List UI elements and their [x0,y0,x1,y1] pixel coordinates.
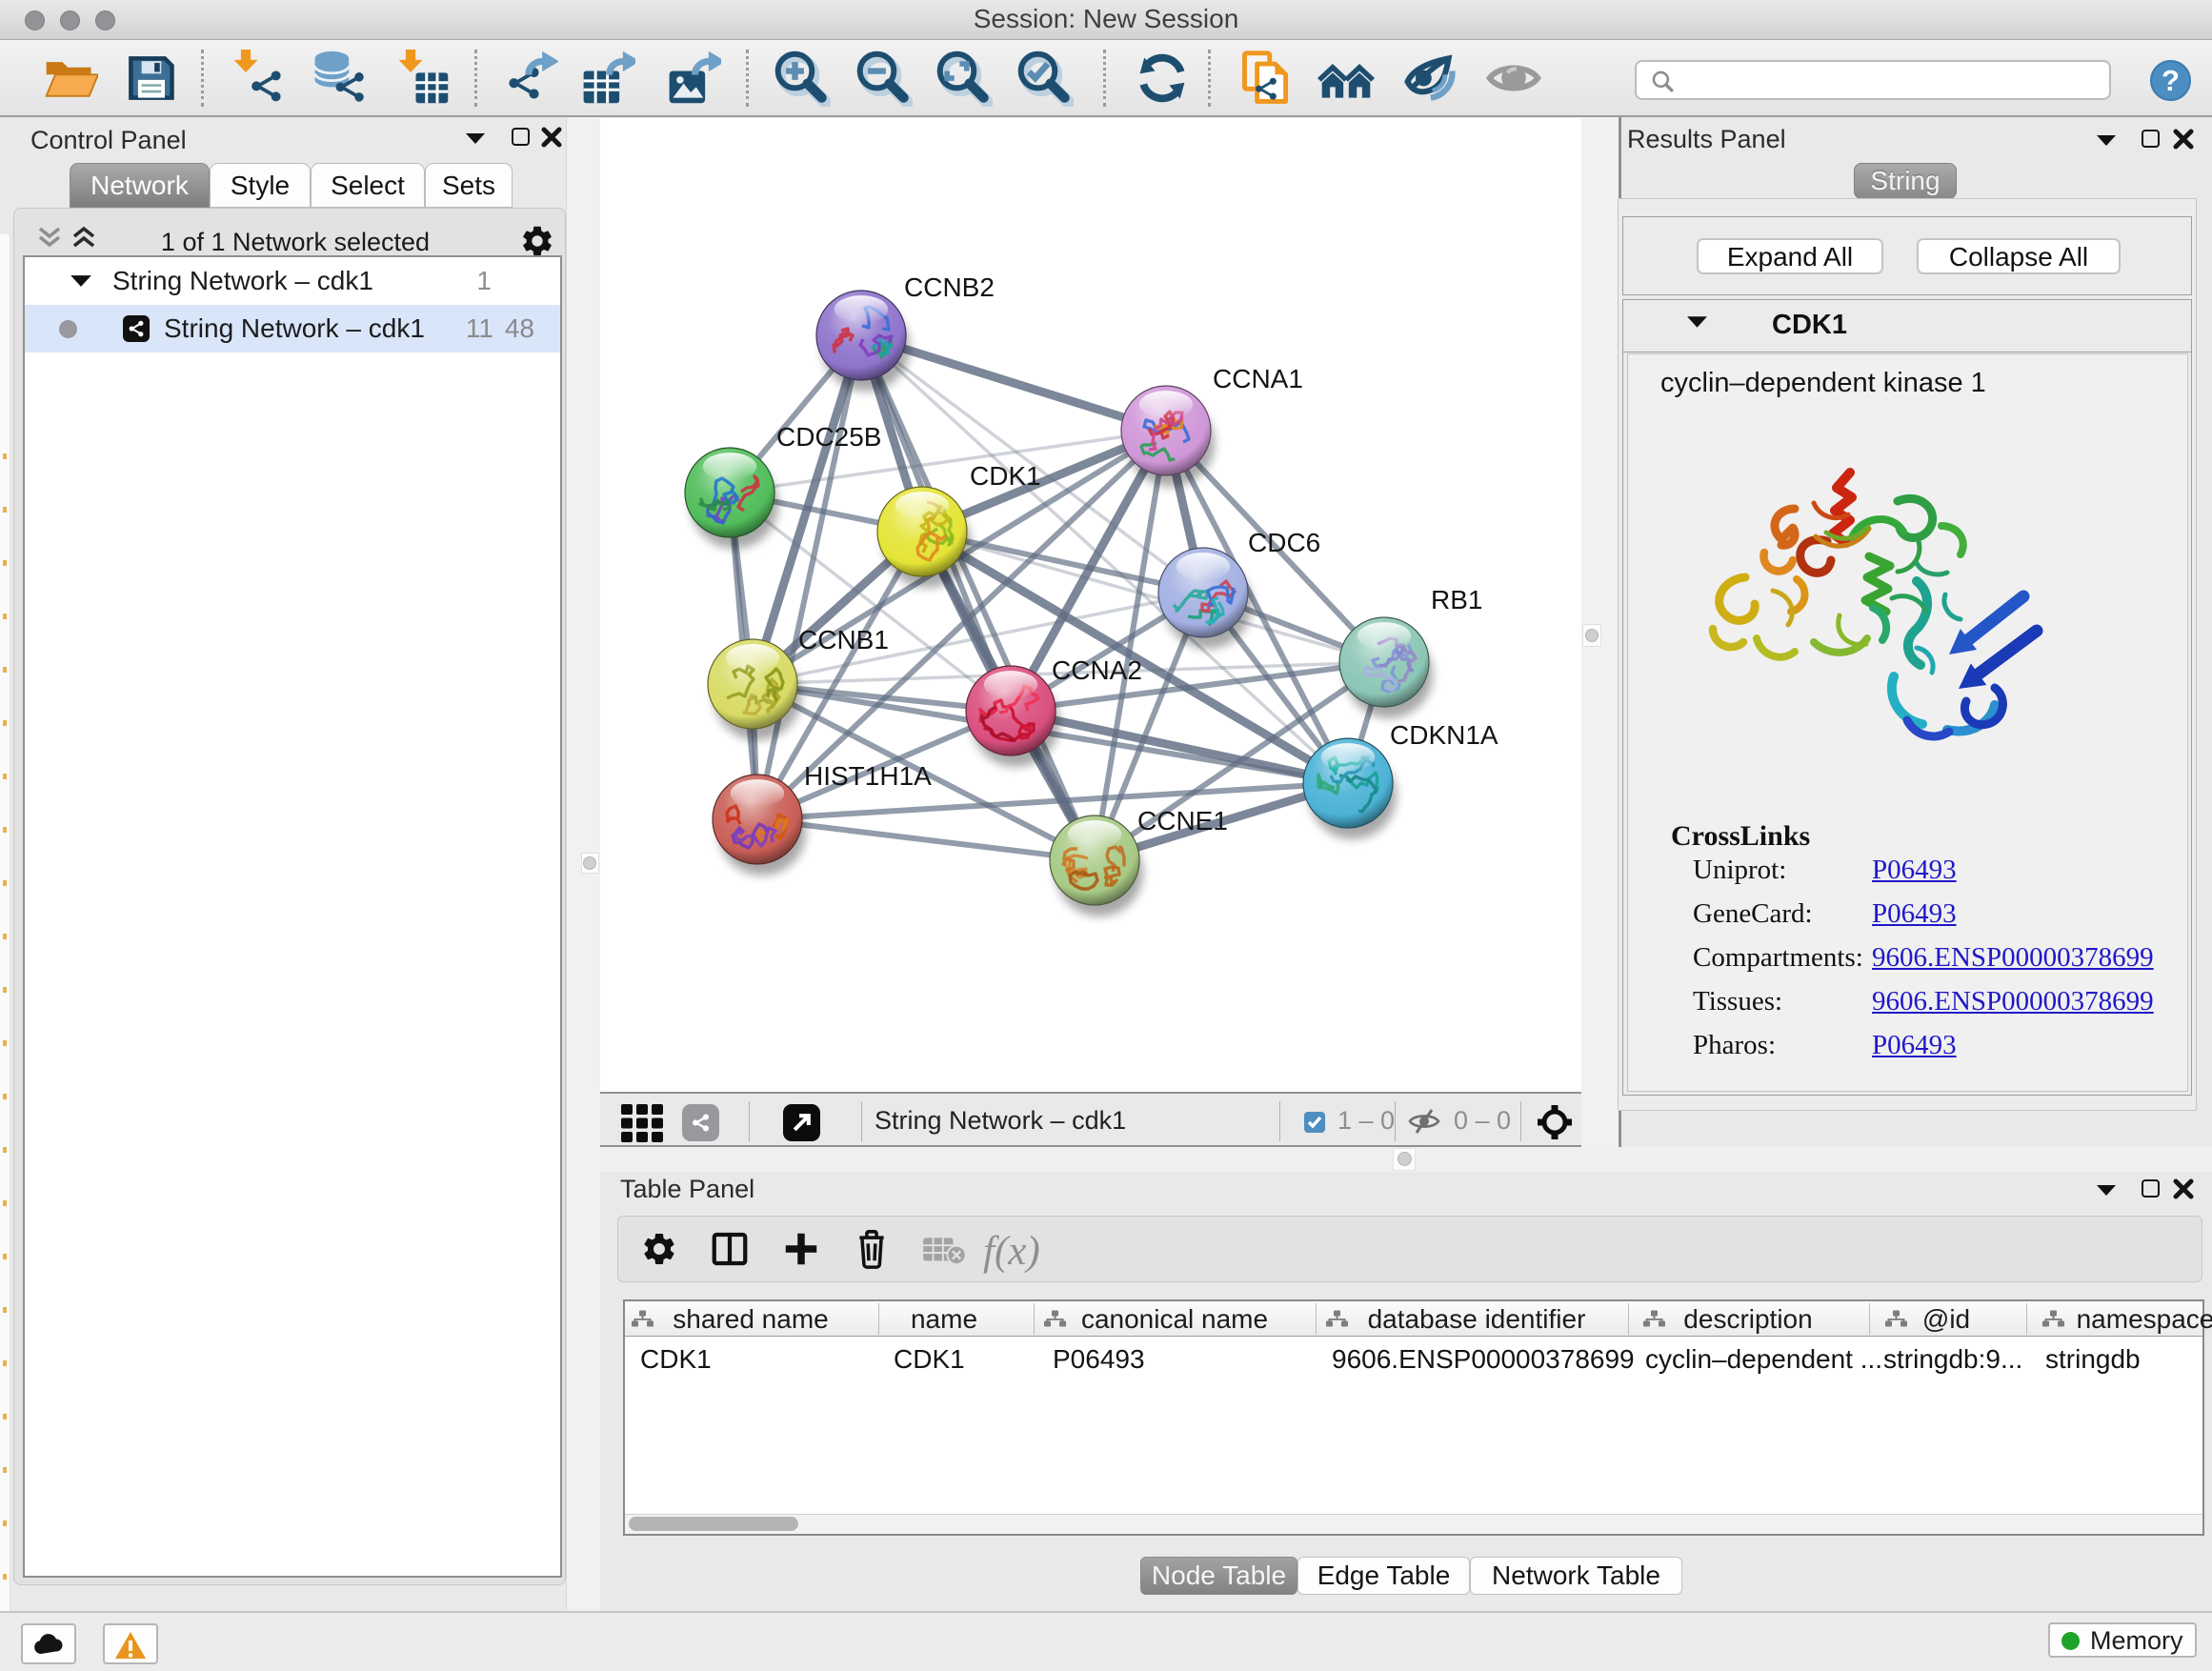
svg-text:CCNE1: CCNE1 [1137,806,1228,836]
svg-text:CCNB1: CCNB1 [798,625,889,654]
svg-text:CCNA1: CCNA1 [1213,364,1303,393]
svg-text:CDC25B: CDC25B [776,422,881,452]
svg-text:CDC6: CDC6 [1248,528,1320,557]
svg-text:RB1: RB1 [1431,585,1482,614]
svg-text:HIST1H1A: HIST1H1A [804,761,932,791]
svg-text:CDKN1A: CDKN1A [1390,720,1498,750]
svg-text:CCNA2: CCNA2 [1052,655,1142,685]
svg-text:CDK1: CDK1 [970,461,1041,491]
svg-text:CCNB2: CCNB2 [904,272,995,302]
